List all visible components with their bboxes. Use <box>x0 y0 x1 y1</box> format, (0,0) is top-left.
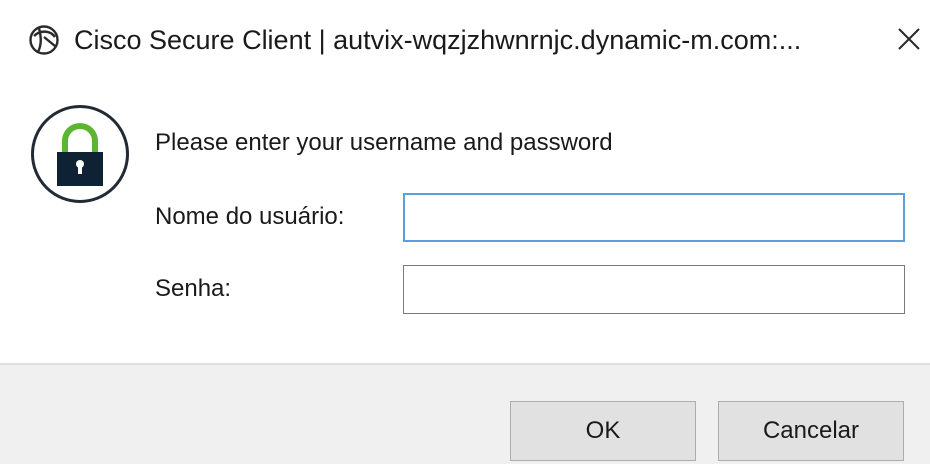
login-prompt-text: Please enter your username and password <box>155 129 613 156</box>
title-bar: Cisco Secure Client | autvix-wqzjzhwnrnj… <box>0 0 930 80</box>
login-dialog-window: Cisco Secure Client | autvix-wqzjzhwnrnj… <box>0 0 930 464</box>
window-title: Cisco Secure Client | autvix-wqzjzhwnrnj… <box>74 25 802 55</box>
password-label: Senha: <box>155 275 232 302</box>
cisco-secure-client-icon <box>28 24 60 56</box>
close-icon <box>898 28 920 50</box>
password-field[interactable] <box>403 265 905 314</box>
dialog-footer: OK Cancelar <box>0 363 930 464</box>
username-field[interactable] <box>403 193 905 242</box>
cancel-button[interactable]: Cancelar <box>718 401 904 461</box>
username-label: Nome do usuário: <box>155 203 345 230</box>
lock-icon-badge <box>31 105 129 203</box>
close-button[interactable] <box>888 22 928 58</box>
lock-icon <box>57 123 103 186</box>
ok-button[interactable]: OK <box>510 401 696 461</box>
